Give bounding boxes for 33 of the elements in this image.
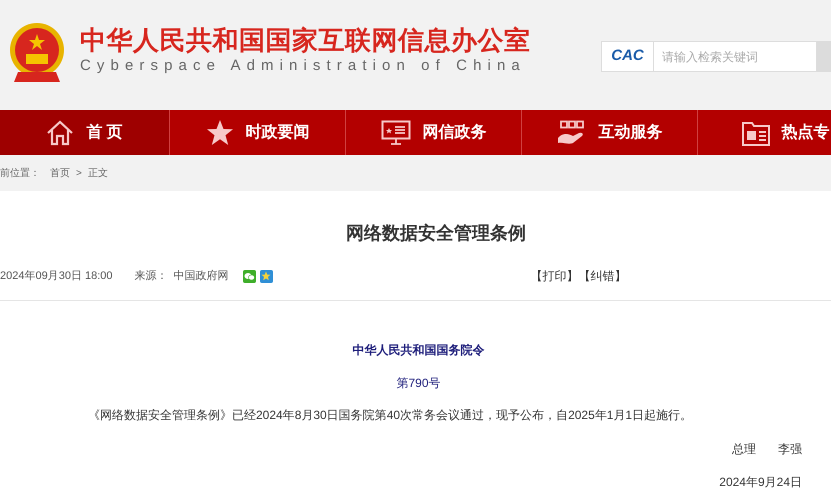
action-link[interactable]: 【纠错】 [578, 267, 627, 285]
breadcrumb-separator: > [76, 166, 82, 180]
site-title: 中华人民共和国国家互联网信息办公室 [80, 24, 530, 56]
signer-name: 李强 [778, 441, 802, 458]
decree-number: 第790号 [395, 375, 442, 392]
signer-title: 总理 [732, 441, 756, 458]
hand-icon [556, 120, 586, 146]
house-icon [46, 120, 74, 146]
breadcrumb-link[interactable]: 首页 [50, 166, 70, 180]
star-icon [206, 119, 234, 146]
search-field[interactable]: 请输入检索关键词 [654, 41, 817, 72]
emblem-icon [8, 22, 66, 84]
chat-share-icon[interactable] [242, 270, 256, 282]
action-link[interactable]: 【打印】 [530, 267, 579, 285]
nav-label: 热点专 [782, 122, 830, 142]
folder-icon [742, 120, 770, 146]
nav-label: 首 页 [86, 122, 123, 142]
article-title: 网络数据安全管理条例 [346, 222, 527, 245]
decree-heading: 中华人民共和国国务院令 [352, 342, 486, 359]
source-label: 来源： [134, 268, 168, 284]
sign-date: 2024年9月24日 [718, 474, 803, 491]
publish-date: 2024年09月30日 18:00 [0, 268, 113, 284]
source-name: 中国政府网 [174, 268, 229, 284]
nav-label: 网信政务 [422, 122, 486, 142]
site-subtitle: Cyberspace Administration of China [80, 56, 527, 76]
decree-body: 《网络数据安全管理条例》已经2024年8月30日国务院第40次常务会议通过，现予公布，自2025年1月1日起施行。 [88, 407, 694, 424]
nav-label: 互动服务 [598, 122, 662, 142]
monitor-icon [380, 120, 410, 146]
star-share-icon[interactable] [260, 270, 273, 282]
cac-logo: CAC [611, 46, 644, 66]
breadcrumb-label: 前位置： [0, 166, 40, 180]
nav-tab[interactable]: 首 页 [0, 110, 170, 155]
nav-label: 时政要闻 [246, 122, 310, 142]
